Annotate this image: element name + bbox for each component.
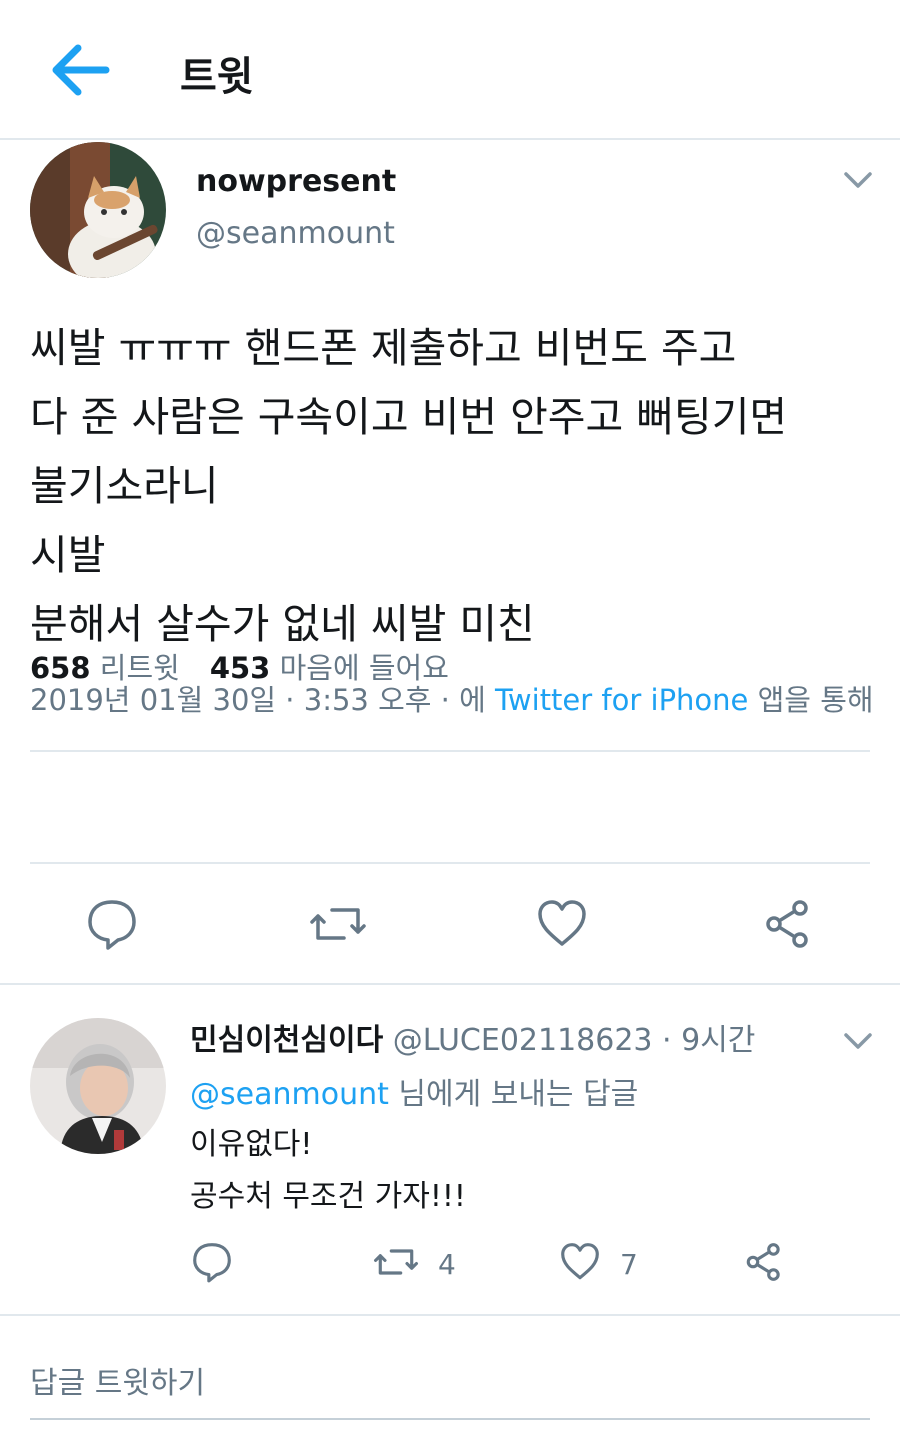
chevron-down-icon[interactable]: [838, 160, 878, 200]
retweet-count[interactable]: 658: [30, 651, 91, 685]
reply-retweet-count: 4: [438, 1247, 456, 1281]
avatar[interactable]: [30, 1018, 166, 1154]
section-divider: [0, 1314, 900, 1316]
divider: [30, 750, 870, 752]
reply-text: 이유없다! 공수처 무조건 가자!!!: [190, 1127, 466, 1214]
share-icon[interactable]: [742, 1240, 786, 1288]
source-suffix: 앱을 통해: [748, 683, 874, 717]
reply-like-count: 7: [620, 1247, 638, 1281]
source-link[interactable]: Twitter for iPhone: [495, 683, 748, 717]
mention-link[interactable]: @seanmount: [190, 1077, 389, 1112]
reply-display-name[interactable]: 민심이천심이다: [190, 1023, 383, 1058]
avatar[interactable]: [30, 142, 166, 278]
reply-icon[interactable]: [84, 896, 140, 952]
divider: [30, 862, 870, 864]
reply-to-suffix: 님에게 보내는 답글: [388, 1077, 639, 1112]
reply-header: 민심이천심이다 @LUCE02118623 · 9시간: [190, 1015, 755, 1059]
retweet-action[interactable]: 4: [372, 1242, 456, 1286]
user-handle[interactable]: @seanmount: [196, 216, 395, 251]
tweet-date: 2019년 01월 30일 · 3:53 오후 · 에: [30, 683, 495, 717]
retweet-icon[interactable]: [372, 1240, 420, 1288]
like-heart-icon[interactable]: [534, 896, 590, 952]
reply-action[interactable]: [190, 1242, 234, 1286]
reply-compose-input[interactable]: 답글 트윗하기: [30, 1358, 205, 1402]
tweet-text: 씨발 ㅠㅠㅠ 핸드폰 제출하고 비번도 주고 다 준 사람은 구속이고 비번 안…: [30, 324, 788, 648]
tweet-stats: 658 리트윗 453 마음에 들어요: [30, 645, 449, 687]
section-divider: [0, 983, 900, 985]
reply-handle-time: @LUCE02118623 · 9시간: [383, 1023, 756, 1058]
display-name[interactable]: nowpresent: [196, 164, 396, 199]
like-action[interactable]: 7: [558, 1242, 638, 1286]
like-label[interactable]: 마음에 들어요: [270, 651, 449, 685]
like-heart-icon[interactable]: [558, 1240, 602, 1288]
reply-context: @seanmount 님에게 보내는 답글: [190, 1069, 638, 1113]
page-title: 트윗: [180, 54, 254, 100]
retweet-label[interactable]: 리트윗: [91, 651, 180, 685]
compose-underline: [30, 1418, 870, 1420]
chevron-down-icon[interactable]: [838, 1021, 878, 1061]
reply-icon[interactable]: [190, 1240, 234, 1288]
share-action[interactable]: [742, 1242, 786, 1286]
retweet-icon[interactable]: [308, 896, 368, 952]
back-arrow-icon[interactable]: [48, 40, 112, 100]
share-icon[interactable]: [760, 896, 816, 952]
top-bar: 트윗: [0, 0, 900, 140]
like-count[interactable]: 453: [210, 651, 271, 685]
